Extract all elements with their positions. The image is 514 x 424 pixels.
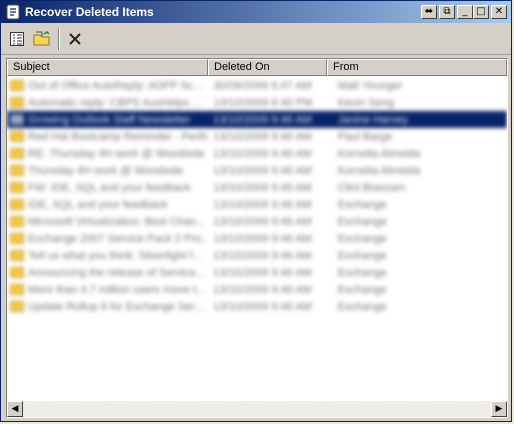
message-icon — [10, 97, 24, 108]
scroll-left-arrow-icon[interactable]: ◀ — [7, 401, 23, 417]
message-icon — [10, 216, 24, 227]
deleted-items-list[interactable]: Subject Deleted On From Out of Office Au… — [6, 58, 508, 418]
row-deleted-on: 13/10/2009 9:46 AM — [213, 181, 312, 194]
row-from: Janine Harvey — [337, 113, 409, 126]
row-subject: Growing Outlook Staff Newsletter — [28, 113, 191, 126]
window-title: Recover Deleted Items — [25, 5, 154, 19]
message-icon — [10, 301, 24, 312]
row-deleted-on: 13/10/2009 9:46 AM — [213, 215, 312, 228]
row-deleted-on: 13/10/2009 9:46 AM — [213, 198, 312, 211]
toolbar-separator — [58, 28, 60, 50]
row-subject: More than 4.7 million users move t... — [28, 283, 206, 296]
table-row[interactable]: IDE, SQL and your feedback 13/10/2009 9:4… — [7, 196, 507, 213]
message-icon — [10, 148, 24, 159]
row-from: Kornelia Almeida — [337, 164, 421, 177]
message-icon — [10, 131, 24, 142]
row-subject: Thursday 4H work @ Woodside — [28, 164, 184, 177]
row-from: Matt Younger — [337, 79, 403, 92]
row-from: Exchange — [337, 283, 387, 296]
message-icon — [10, 250, 24, 261]
row-deleted-on: 13/10/2009 9:46 AM — [213, 283, 312, 296]
row-from: Kevin Seng — [337, 96, 394, 109]
row-from: Kornelia Almeida — [337, 147, 421, 160]
list-view-button[interactable] — [6, 28, 28, 50]
row-deleted-on: 30/09/2009 6:47 AM — [213, 79, 312, 92]
row-deleted-on: 13/10/2009 9:46 AM — [213, 113, 312, 126]
list-rows: Out of Office AutoReply: ADFP Sc... 30/09… — [7, 77, 507, 399]
row-from: Clint Boessen — [337, 181, 406, 194]
minimize-button[interactable]: _ — [457, 5, 473, 19]
row-deleted-on: 13/10/2009 9:46 AM — [213, 266, 312, 279]
row-deleted-on: 13/10/2009 9:46 AM — [213, 249, 312, 262]
row-subject: FW: IDE, SQL and your feedback — [28, 181, 191, 194]
horizontal-scrollbar[interactable]: ◀ ▶ — [7, 401, 507, 417]
row-subject: Automatic reply: CBPS AusHelps ... — [28, 96, 202, 109]
open-folder-icon — [33, 31, 50, 46]
row-deleted-on: 13/10/2009 9:46 AM — [213, 164, 312, 177]
table-row[interactable]: Microsoft Virtualization: Best Chan... 13… — [7, 213, 507, 230]
table-row[interactable]: Exchange 2007 Service Pack 2 Pro... 13/10… — [7, 230, 507, 247]
row-subject: Tell us what you think: Silverlight f... — [28, 249, 202, 262]
table-row[interactable]: FW: IDE, SQL and your feedback 13/10/2009… — [7, 179, 507, 196]
row-from: Exchange — [337, 266, 387, 279]
row-subject: Announcing the release of Service... — [28, 266, 205, 279]
row-subject: Microsoft Virtualization: Best Chan... — [28, 215, 206, 228]
row-subject: Out of Office AutoReply: ADFP Sc... — [28, 79, 203, 92]
row-subject: Red Hat Bootcamp Reminder - Perth — [28, 130, 208, 143]
message-icon — [10, 199, 24, 210]
maximize-button[interactable]: □ — [473, 5, 489, 19]
row-from: Exchange — [337, 198, 387, 211]
list-view-icon — [10, 32, 24, 46]
row-deleted-on: 13/10/2009 9:46 AM — [213, 232, 312, 245]
row-subject: Update Rollup 9 for Exchange Ser... — [28, 300, 204, 313]
column-header-subject[interactable]: Subject — [7, 59, 208, 76]
row-deleted-on: 13/10/2009 9:46 AM — [213, 147, 312, 160]
table-row[interactable]: More than 4.7 million users move t... 13/… — [7, 281, 507, 298]
purge-button[interactable] — [64, 28, 86, 50]
table-row[interactable]: Thursday 4H work @ Woodside 13/10/2009 9:… — [7, 162, 507, 179]
table-row[interactable]: Tell us what you think: Silverlight f...… — [7, 247, 507, 264]
table-row[interactable]: Out of Office AutoReply: ADFP Sc... 30/09… — [7, 77, 507, 94]
table-row[interactable]: Red Hat Bootcamp Reminder - Perth 13/10/2… — [7, 128, 507, 145]
close-button[interactable]: ✕ — [491, 5, 507, 19]
title-bar[interactable]: Recover Deleted Items ⬌ ⧉ _ □ ✕ — [1, 1, 511, 23]
row-deleted-on: 13/10/2009 9:46 AM — [213, 300, 312, 313]
delete-icon — [69, 33, 81, 45]
toolbar — [1, 24, 511, 55]
row-from: Exchange — [337, 215, 387, 228]
row-subject: IDE, SQL and your feedback — [28, 198, 168, 211]
recover-to-folder-button[interactable] — [31, 28, 53, 50]
column-header-from[interactable]: From — [327, 59, 507, 76]
row-from: Exchange — [337, 249, 387, 262]
row-subject: RE: Thursday 4H work @ Woodside — [28, 147, 205, 160]
message-icon — [10, 233, 24, 244]
message-icon — [10, 80, 24, 91]
row-from: Exchange — [337, 232, 387, 245]
row-from: Paul Barge — [337, 130, 393, 143]
row-subject: Exchange 2007 Service Pack 2 Pro... — [28, 232, 209, 245]
recover-deleted-items-window: Recover Deleted Items ⬌ ⧉ _ □ ✕ Subject … — [0, 0, 512, 422]
table-row[interactable]: Update Rollup 9 for Exchange Ser... 13/10… — [7, 298, 507, 315]
message-icon — [10, 165, 24, 176]
row-from: Exchange — [337, 300, 387, 313]
column-header: Subject Deleted On From — [7, 59, 507, 76]
message-icon — [10, 182, 24, 193]
recover-items-icon — [6, 4, 20, 20]
table-row[interactable]: Growing Outlook Staff Newsletter 13/10/20… — [7, 111, 507, 128]
column-header-deleted-on[interactable]: Deleted On — [208, 59, 327, 76]
message-icon — [10, 284, 24, 295]
table-row[interactable]: RE: Thursday 4H work @ Woodside 13/10/200… — [7, 145, 507, 162]
message-icon — [10, 114, 24, 125]
message-icon — [10, 267, 24, 278]
table-row[interactable]: Automatic reply: CBPS AusHelps ... 13/10/… — [7, 94, 507, 111]
table-row[interactable]: Announcing the release of Service... 13/1… — [7, 264, 507, 281]
scroll-right-arrow-icon[interactable]: ▶ — [491, 401, 507, 417]
row-deleted-on: 13/10/2009 6:40 PM — [213, 96, 313, 109]
restore-panes-button[interactable]: ⬌ — [421, 5, 437, 19]
scrollbar-track[interactable] — [23, 401, 491, 417]
help-button[interactable]: ⧉ — [439, 5, 455, 19]
row-deleted-on: 13/10/2009 9:46 AM — [213, 130, 312, 143]
